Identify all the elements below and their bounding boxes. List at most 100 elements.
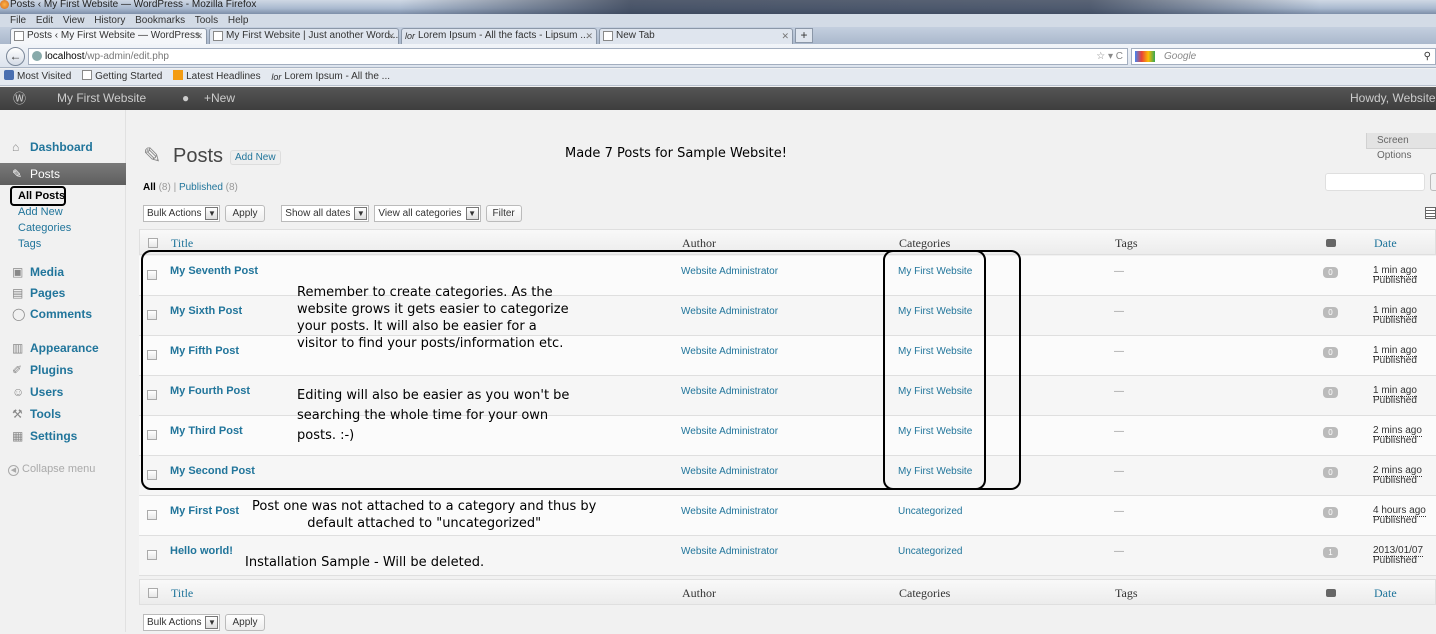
column-title[interactable]: Title [171,236,193,251]
bulk-actions-select[interactable]: Bulk Actions ▼ [143,205,221,222]
sidebar-item-posts[interactable]: ✎ Posts [0,163,126,185]
search-posts-button[interactable] [1430,173,1436,191]
close-icon[interactable]: ✕ [195,29,203,43]
annotation-header-note: Made 7 Posts for Sample Website! [565,146,787,161]
sidebar-item-pages[interactable]: ▤ Pages [0,282,126,304]
post-tags: — [1114,386,1124,397]
annotation-all-posts-box [10,186,66,206]
submenu-add-new[interactable]: Add New [18,206,63,219]
comment-count-bubble[interactable]: 0 [1323,267,1338,278]
back-button[interactable]: ← [6,47,25,66]
list-view-icon[interactable] [1425,207,1436,219]
post-author-link[interactable]: Website Administrator [681,546,778,557]
note-line: website grows it gets easier to categori… [297,302,569,317]
sidebar-item-appearance[interactable]: ▥ Appearance [0,337,126,359]
comment-count-bubble[interactable]: 0 [1323,467,1338,478]
bookmark-latest-headlines[interactable]: Latest Headlines [173,69,261,85]
search-bar[interactable]: Google ⚲ [1131,48,1436,65]
new-content-link[interactable]: + New [204,87,235,110]
bookmark-label: Latest Headlines [186,71,261,82]
filter-published-count: (8) [225,182,238,193]
apply-button[interactable]: Apply [225,205,265,222]
column-title[interactable]: Title [171,586,193,601]
menu-edit[interactable]: Edit [36,15,53,26]
submenu-tags[interactable]: Tags [18,238,41,251]
sidebar-item-comments[interactable]: ◯ Comments [0,303,126,325]
menu-help[interactable]: Help [228,15,249,26]
post-tags: — [1114,346,1124,357]
new-label: New [211,91,236,105]
appearance-icon: ▥ [12,341,24,355]
new-tab-button[interactable]: + [795,28,813,43]
categories-select[interactable]: View all categories ▼ [374,205,481,222]
comments-column-icon[interactable] [1326,589,1336,597]
tab-posts[interactable]: Posts ‹ My First Website — WordPress ✕ [10,28,207,44]
comment-count-bubble[interactable]: 0 [1323,347,1338,358]
comments-bubble-icon[interactable]: ● [182,87,189,110]
select-all-checkbox[interactable] [148,238,158,248]
filter-all-count: (8) [158,182,171,193]
tab-my-first-website[interactable]: My First Website | Just another Word... … [209,28,399,44]
post-author-link[interactable]: Website Administrator [681,506,778,517]
post-title-link[interactable]: Hello world! [170,545,233,557]
sidebar-item-plugins[interactable]: ✐ Plugins [0,359,126,381]
firefox-icon [0,0,9,9]
column-categories: Categories [899,236,951,250]
comment-count-bubble[interactable]: 0 [1323,307,1338,318]
menu-tools[interactable]: Tools [195,15,218,26]
bookmark-lorem-ipsum[interactable]: lοr Lorem Ipsum - All the ... [271,69,390,85]
url-bar[interactable]: localhost/wp-admin/edit.php ☆ ▾ C [28,48,1128,65]
sidebar-item-label: Plugins [30,363,74,377]
comment-count-bubble[interactable]: 0 [1323,507,1338,518]
dates-select[interactable]: Show all dates ▼ [281,205,370,222]
filter-published[interactable]: Published [179,182,223,193]
select-all-checkbox[interactable] [148,588,158,598]
bookmark-getting-started[interactable]: Getting Started [82,69,162,85]
tab-lorem-ipsum[interactable]: lοr Lorem Ipsum - All the facts - Lipsum… [401,28,597,44]
bulk-actions-select[interactable]: Bulk Actions ▼ [143,614,221,631]
close-icon[interactable]: ✕ [585,29,593,43]
wordpress-logo-icon[interactable]: Ⓦ [13,87,26,110]
screen-options-button[interactable]: Screen Options [1366,133,1436,161]
sidebar-item-settings[interactable]: ▦ Settings [0,425,126,447]
howdy-account[interactable]: Howdy, Website Ad [1350,87,1436,110]
tab-new-tab[interactable]: New Tab ✕ [599,28,793,44]
column-date[interactable]: Date [1374,586,1397,601]
close-icon[interactable]: ✕ [781,29,789,43]
bookmark-star-icon[interactable]: ☆ ▾ C [1096,49,1123,64]
post-title-link[interactable]: My First Post [170,505,239,517]
filter-all[interactable]: All [143,182,156,193]
column-date[interactable]: Date [1374,236,1397,251]
post-tags: — [1114,266,1124,277]
collapse-menu[interactable]: ◀ Collapse menu [8,463,95,476]
menu-view[interactable]: View [63,15,85,26]
note-line: searching the whole time for your own [297,408,549,423]
sidebar-item-dashboard[interactable]: ⌂ Dashboard [0,136,126,158]
menu-file[interactable]: File [10,15,26,26]
apply-button[interactable]: Apply [225,614,265,631]
sidebar-item-label: Settings [30,429,78,443]
filter-button[interactable]: Filter [485,205,522,222]
sidebar-item-users[interactable]: ☺ Users [0,381,126,403]
sidebar-item-media[interactable]: ▣ Media [0,261,126,283]
bookmark-most-visited[interactable]: Most Visited [4,69,71,85]
row-checkbox[interactable] [147,550,157,560]
close-icon[interactable]: ✕ [387,29,395,43]
comment-count-bubble[interactable]: 0 [1323,387,1338,398]
search-posts-input[interactable] [1325,173,1425,191]
sidebar-item-tools[interactable]: ⚒ Tools [0,403,126,425]
search-icon[interactable]: ⚲ [1424,49,1431,64]
post-category-link[interactable]: Uncategorized [898,546,962,557]
titlebar-shading [400,0,1320,14]
comment-count-bubble[interactable]: 0 [1323,427,1338,438]
row-checkbox[interactable] [147,510,157,520]
post-category-link[interactable]: Uncategorized [898,506,962,517]
menu-history[interactable]: History [94,15,125,26]
comments-column-icon[interactable] [1326,239,1336,247]
menu-bookmarks[interactable]: Bookmarks [135,15,185,26]
submenu-categories[interactable]: Categories [18,222,71,235]
post-date: 1 min ago Published [1373,265,1417,286]
add-new-button[interactable]: Add New [230,150,281,165]
comment-count-bubble[interactable]: 1 [1323,547,1338,558]
site-name-link[interactable]: My First Website [57,87,146,110]
